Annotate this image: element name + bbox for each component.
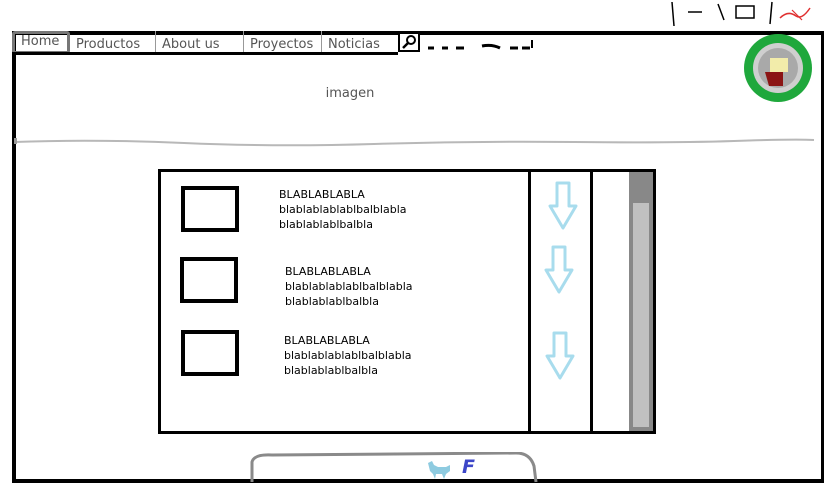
- avatar-icon: [744, 34, 812, 102]
- avatar[interactable]: [739, 34, 817, 104]
- list-item-title: BLABLABLABLA: [284, 334, 370, 347]
- search-button[interactable]: [398, 32, 420, 52]
- list-item-line: blablablablbalbla: [284, 364, 378, 377]
- panel-divider: [528, 169, 531, 434]
- search-field-placeholder: [428, 40, 533, 50]
- scrollbar-thumb[interactable]: [633, 203, 649, 427]
- bird-icon[interactable]: [426, 459, 454, 481]
- list-item-title: BLABLABLABLA: [279, 188, 365, 201]
- list-item-text: BLABLABLABLA blablablablablbalblabla bla…: [284, 333, 412, 378]
- panel-divider: [590, 169, 593, 434]
- window-controls: [668, 0, 834, 28]
- search-icon: [402, 35, 416, 49]
- list-item-thumbnail[interactable]: [180, 257, 238, 303]
- list-item-line: blablablablablbalblabla: [279, 203, 407, 216]
- hero-divider: [14, 138, 815, 147]
- list-item-text: BLABLABLABLA blablablablablbalblabla bla…: [285, 264, 413, 309]
- footer-letter: F: [462, 456, 475, 478]
- arrow-down-icon[interactable]: [548, 180, 578, 236]
- tab-productos[interactable]: Productos: [70, 31, 156, 54]
- list-item-line: blablablablablbalblabla: [285, 280, 413, 293]
- list-item-line: blablablablbalbla: [285, 295, 379, 308]
- nav-divider: [12, 52, 398, 55]
- tab-noticias[interactable]: Noticias: [322, 31, 396, 54]
- arrow-down-icon[interactable]: [545, 330, 575, 386]
- list-item-thumbnail[interactable]: [181, 186, 239, 232]
- arrow-down-icon[interactable]: [544, 244, 574, 300]
- tab-about-us[interactable]: About us: [156, 31, 244, 54]
- close-icon[interactable]: [779, 7, 811, 21]
- hero-image-label: imagen: [325, 86, 375, 101]
- bottom-bar: [250, 452, 538, 483]
- list-item-line: blablablablbalbla: [279, 218, 373, 231]
- top-navigation: Home Productos About us Proyectos Notici…: [12, 31, 396, 54]
- maximize-icon[interactable]: [735, 5, 755, 19]
- list-item-line: blablablablablbalblabla: [284, 349, 412, 362]
- list-item-text: BLABLABLABLA blablablablablbalblabla bla…: [279, 187, 407, 232]
- tab-proyectos[interactable]: Proyectos: [244, 31, 322, 54]
- list-item-title: BLABLABLABLA: [285, 265, 371, 278]
- list-item-thumbnail[interactable]: [181, 330, 239, 376]
- tab-home[interactable]: Home: [12, 31, 70, 54]
